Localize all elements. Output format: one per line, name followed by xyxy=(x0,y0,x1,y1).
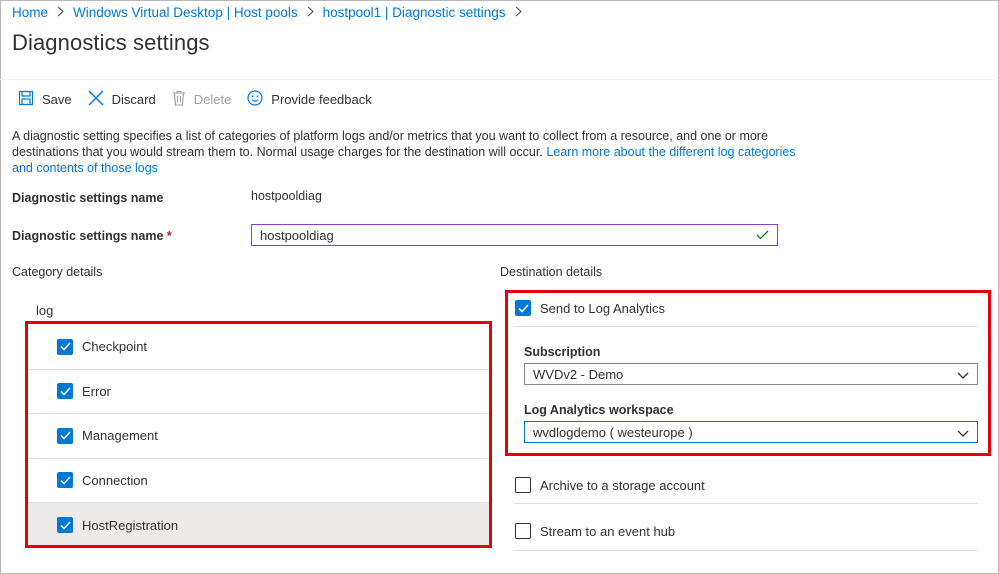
settings-name-input-label-text: Diagnostic settings name xyxy=(12,229,164,243)
breadcrumb-hostpool1[interactable]: hostpool1 | Diagnostic settings xyxy=(323,5,506,20)
settings-name-input-value: hostpooldiag xyxy=(260,227,334,243)
save-icon xyxy=(18,90,42,109)
feedback-label: Provide feedback xyxy=(271,91,372,107)
page-title: Diagnostics settings xyxy=(12,30,210,55)
save-label: Save xyxy=(42,91,72,107)
required-asterisk: * xyxy=(166,229,172,243)
discard-label: Discard xyxy=(111,91,156,107)
category-details-heading: Category details xyxy=(12,265,103,279)
checkbox-unchecked-icon[interactable] xyxy=(515,523,531,539)
settings-name-input[interactable]: hostpooldiag xyxy=(251,224,778,246)
highlight-box-categories xyxy=(25,321,492,548)
breadcrumb-home[interactable]: Home xyxy=(12,5,48,20)
chevron-right-icon xyxy=(57,6,64,20)
settings-name-input-label: Diagnostic settings name * xyxy=(12,229,172,243)
close-icon xyxy=(88,90,112,109)
breadcrumb: Home Windows Virtual Desktop | Host pool… xyxy=(12,5,531,20)
chevron-right-icon xyxy=(307,6,314,20)
highlight-box-destination xyxy=(505,290,991,456)
divider xyxy=(514,550,978,551)
destination-details-heading: Destination details xyxy=(500,265,603,279)
checkmark-icon xyxy=(756,228,769,243)
settings-name-label: Diagnostic settings name xyxy=(12,191,164,205)
feedback-button[interactable]: Provide feedback xyxy=(247,89,372,109)
breadcrumb-host-pools[interactable]: Windows Virtual Desktop | Host pools xyxy=(73,5,298,20)
discard-button[interactable]: Discard xyxy=(88,90,156,109)
checkbox-unchecked-icon[interactable] xyxy=(515,477,531,493)
event-hub-label: Stream to an event hub xyxy=(540,523,676,539)
archive-storage-label: Archive to a storage account xyxy=(540,477,705,493)
settings-name-value: hostpooldiag xyxy=(251,189,322,203)
description-text: A diagnostic setting specifies a list of… xyxy=(12,128,802,176)
log-group-label: log xyxy=(36,303,54,318)
smiley-icon xyxy=(247,89,271,109)
save-button[interactable]: Save xyxy=(18,90,72,109)
archive-storage-option[interactable]: Archive to a storage account xyxy=(515,477,705,493)
delete-label: Delete xyxy=(193,91,232,107)
trash-icon xyxy=(172,90,194,109)
toolbar-divider xyxy=(0,79,999,80)
delete-button[interactable]: Delete xyxy=(172,90,232,109)
event-hub-option[interactable]: Stream to an event hub xyxy=(515,523,675,539)
command-bar: Save Discard Delete Provide feedback xyxy=(18,88,388,110)
chevron-right-icon xyxy=(515,6,522,20)
divider xyxy=(514,503,978,504)
